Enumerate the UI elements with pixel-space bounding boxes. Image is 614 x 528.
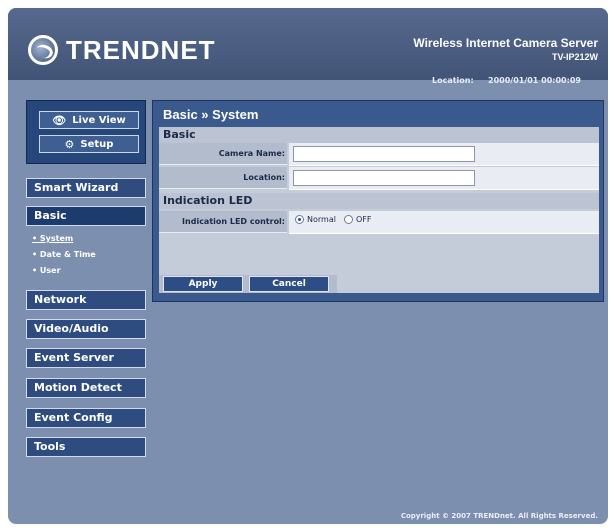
live-view-button[interactable]: 👁 Live View (39, 111, 139, 129)
nav-event-server[interactable]: Event Server (26, 348, 146, 368)
page-title: Basic » System (163, 107, 259, 122)
product-title: Wireless Internet Camera Server (413, 36, 598, 50)
product-model: TV-IP212W (551, 52, 598, 62)
cancel-button[interactable]: Cancel (249, 276, 329, 292)
nav-video-audio[interactable]: Video/Audio (26, 319, 146, 339)
subnav-system-label: System (39, 234, 74, 243)
mode-panel: 👁 Live View ⚙ Setup (26, 100, 146, 164)
led-control-label: Indication LED control: (159, 211, 287, 233)
header: TRENDNET Wireless Internet Camera Server… (8, 8, 608, 80)
location-cell (289, 167, 599, 190)
nav-smart-wizard[interactable]: Smart Wizard (26, 178, 146, 198)
led-radio-group: Normal OFF (295, 215, 379, 224)
location-bar-label: Location: (432, 76, 474, 85)
setup-button[interactable]: ⚙ Setup (39, 135, 139, 153)
led-control-row: Indication LED control: Normal OFF (159, 211, 599, 234)
app-frame: TRENDNET Wireless Internet Camera Server… (8, 8, 608, 524)
live-view-label: Live View (72, 114, 126, 126)
section-indication-led: Indication LED (159, 193, 599, 209)
subnav-user-label: User (39, 266, 61, 275)
nav-tools[interactable]: Tools (26, 437, 146, 457)
copyright: Copyright © 2007 TRENDnet. All Rights Re… (400, 512, 598, 520)
nav-basic[interactable]: Basic (26, 206, 146, 226)
location-bar: Location: 2000/01/01 00:00:09 (8, 74, 608, 88)
camera-name-input[interactable] (293, 146, 475, 162)
section-basic: Basic (159, 127, 599, 143)
settings-panel: Basic » System Basic Camera Name: Locati… (152, 100, 604, 302)
trendnet-logo: TRENDNET (28, 32, 216, 68)
eye-icon: 👁 (52, 113, 67, 127)
trendnet-logo-icon (28, 35, 58, 65)
nav-motion-detect[interactable]: Motion Detect (26, 378, 146, 398)
location-row: Location: (159, 167, 599, 190)
apply-button[interactable]: Apply (163, 276, 243, 292)
camera-name-label: Camera Name: (159, 143, 287, 165)
action-buttons: Apply Cancel (159, 275, 337, 293)
logo-text: TRENDNET (66, 34, 216, 65)
setup-label: Setup (80, 138, 114, 150)
location-input[interactable] (293, 170, 475, 186)
camera-name-row: Camera Name: (159, 143, 599, 166)
settings-form: Basic Camera Name: Location: Indication … (159, 127, 599, 293)
gear-icon: ⚙ (64, 137, 75, 151)
nav-event-config[interactable]: Event Config (26, 408, 146, 428)
led-off-radio[interactable] (343, 215, 353, 224)
led-off-label: OFF (355, 215, 372, 224)
datetime-display: 2000/01/01 00:00:09 (488, 76, 581, 85)
led-control-cell: Normal OFF (289, 211, 599, 234)
led-normal-radio[interactable] (295, 215, 304, 224)
led-normal-label: Normal (307, 215, 336, 224)
camera-name-cell (289, 143, 599, 166)
subnav-system[interactable]: • System (32, 234, 73, 243)
subnav-user[interactable]: • User (32, 266, 61, 275)
subnav-date-time[interactable]: • Date & Time (32, 250, 96, 259)
subnav-date-time-label: Date & Time (39, 250, 96, 259)
location-label: Location: (159, 167, 287, 189)
nav-network[interactable]: Network (26, 290, 146, 310)
